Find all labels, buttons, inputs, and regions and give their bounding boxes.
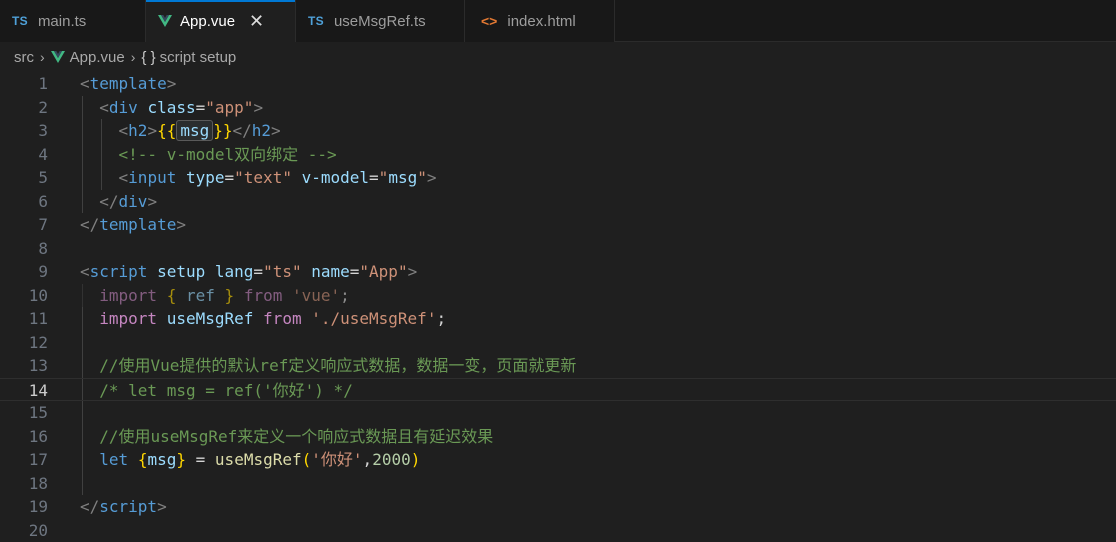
tab-label: index.html: [507, 13, 575, 30]
code-text: <!-- v-model双向绑定 -->: [48, 143, 337, 167]
code-line: 8: [0, 237, 1116, 261]
code-editor[interactable]: 1 <template> 2 <div class="app"> 3 <h2>{…: [0, 72, 1116, 542]
html-file-icon: <>: [481, 13, 497, 29]
line-number: 4: [0, 143, 48, 167]
typescript-file-icon: TS: [12, 14, 28, 28]
typescript-file-icon: TS: [308, 14, 324, 28]
line-number: 5: [0, 166, 48, 190]
symbol-braces-icon: { }: [141, 49, 155, 66]
code-line: 20: [0, 519, 1116, 542]
line-number: 10: [0, 284, 48, 308]
tab-main-ts[interactable]: TS main.ts: [0, 0, 146, 42]
code-text: let {msg} = useMsgRef('你好',2000): [48, 448, 420, 472]
code-line: 11 import useMsgRef from './useMsgRef';: [0, 307, 1116, 331]
line-number: 16: [0, 425, 48, 449]
line-number: 17: [0, 448, 48, 472]
code-line: 5 <input type="text" v-model="msg">: [0, 166, 1116, 190]
code-line: 9 <script setup lang="ts" name="App">: [0, 260, 1116, 284]
code-line: 19 </script>: [0, 495, 1116, 519]
code-text: import { ref } from 'vue';: [48, 284, 350, 308]
editor-tab-bar: TS main.ts App.vue ✕ TS useMsgRef.ts <> …: [0, 0, 1116, 42]
chevron-right-icon: ›: [40, 49, 45, 65]
code-text: <input type="text" v-model="msg">: [48, 166, 437, 190]
tab-usemsgref-ts[interactable]: TS useMsgRef.ts: [296, 0, 465, 42]
code-line: 18: [0, 472, 1116, 496]
code-line: 7 </template>: [0, 213, 1116, 237]
line-number: 8: [0, 237, 48, 261]
line-number: 14: [0, 379, 48, 401]
line-number: 19: [0, 495, 48, 519]
msg-highlight: msg: [176, 120, 213, 141]
tab-app-vue[interactable]: App.vue ✕: [146, 0, 296, 42]
code-line-current: 14 /* let msg = ref('你好') */: [0, 378, 1116, 402]
line-number: 9: [0, 260, 48, 284]
vue-file-icon: [51, 51, 65, 64]
breadcrumb-folder[interactable]: src: [14, 49, 34, 66]
code-line: 10 import { ref } from 'vue';: [0, 284, 1116, 308]
code-text: </template>: [48, 213, 186, 237]
code-text: [48, 331, 80, 355]
vue-file-icon: [158, 15, 172, 28]
code-line: 15: [0, 401, 1116, 425]
code-text: </script>: [48, 495, 167, 519]
line-number: 11: [0, 307, 48, 331]
code-text: [48, 472, 80, 496]
close-icon[interactable]: ✕: [249, 12, 264, 30]
code-line: 12: [0, 331, 1116, 355]
code-line: 4 <!-- v-model双向绑定 -->: [0, 143, 1116, 167]
code-text: <h2>{{msg}}</h2>: [48, 119, 281, 143]
code-text: </div>: [48, 190, 157, 214]
code-line: 16 //使用useMsgRef来定义一个响应式数据且有延迟效果: [0, 425, 1116, 449]
chevron-right-icon: ›: [131, 49, 136, 65]
code-line: 6 </div>: [0, 190, 1116, 214]
line-number: 12: [0, 331, 48, 355]
code-line: 17 let {msg} = useMsgRef('你好',2000): [0, 448, 1116, 472]
tab-label: useMsgRef.ts: [334, 13, 426, 30]
tab-label: App.vue: [180, 13, 235, 30]
code-text: import useMsgRef from './useMsgRef';: [48, 307, 446, 331]
code-line: 3 <h2>{{msg}}</h2>: [0, 119, 1116, 143]
breadcrumb: src › App.vue › { } script setup: [0, 42, 1116, 72]
code-text: //使用useMsgRef来定义一个响应式数据且有延迟效果: [48, 425, 493, 449]
code-text: [48, 401, 80, 425]
line-number: 13: [0, 354, 48, 378]
line-number: 18: [0, 472, 48, 496]
line-number: 20: [0, 519, 48, 542]
tab-label: main.ts: [38, 13, 86, 30]
code-text: <template>: [48, 72, 176, 96]
code-text: [48, 237, 80, 261]
code-text: <div class="app">: [48, 96, 263, 120]
code-line: 2 <div class="app">: [0, 96, 1116, 120]
code-text: [48, 519, 80, 542]
line-number: 2: [0, 96, 48, 120]
code-line: 1 <template>: [0, 72, 1116, 96]
code-text: <script setup lang="ts" name="App">: [48, 260, 417, 284]
line-number: 3: [0, 119, 48, 143]
code-text: //使用Vue提供的默认ref定义响应式数据，数据一变，页面就更新: [48, 354, 576, 378]
code-line: 13 //使用Vue提供的默认ref定义响应式数据，数据一变，页面就更新: [0, 354, 1116, 378]
tab-index-html[interactable]: <> index.html: [465, 0, 615, 42]
breadcrumb-symbol[interactable]: script setup: [160, 49, 237, 66]
line-number: 7: [0, 213, 48, 237]
line-number: 6: [0, 190, 48, 214]
line-number: 1: [0, 72, 48, 96]
breadcrumb-file[interactable]: App.vue: [70, 49, 125, 66]
code-text: /* let msg = ref('你好') */: [48, 379, 353, 401]
line-number: 15: [0, 401, 48, 425]
